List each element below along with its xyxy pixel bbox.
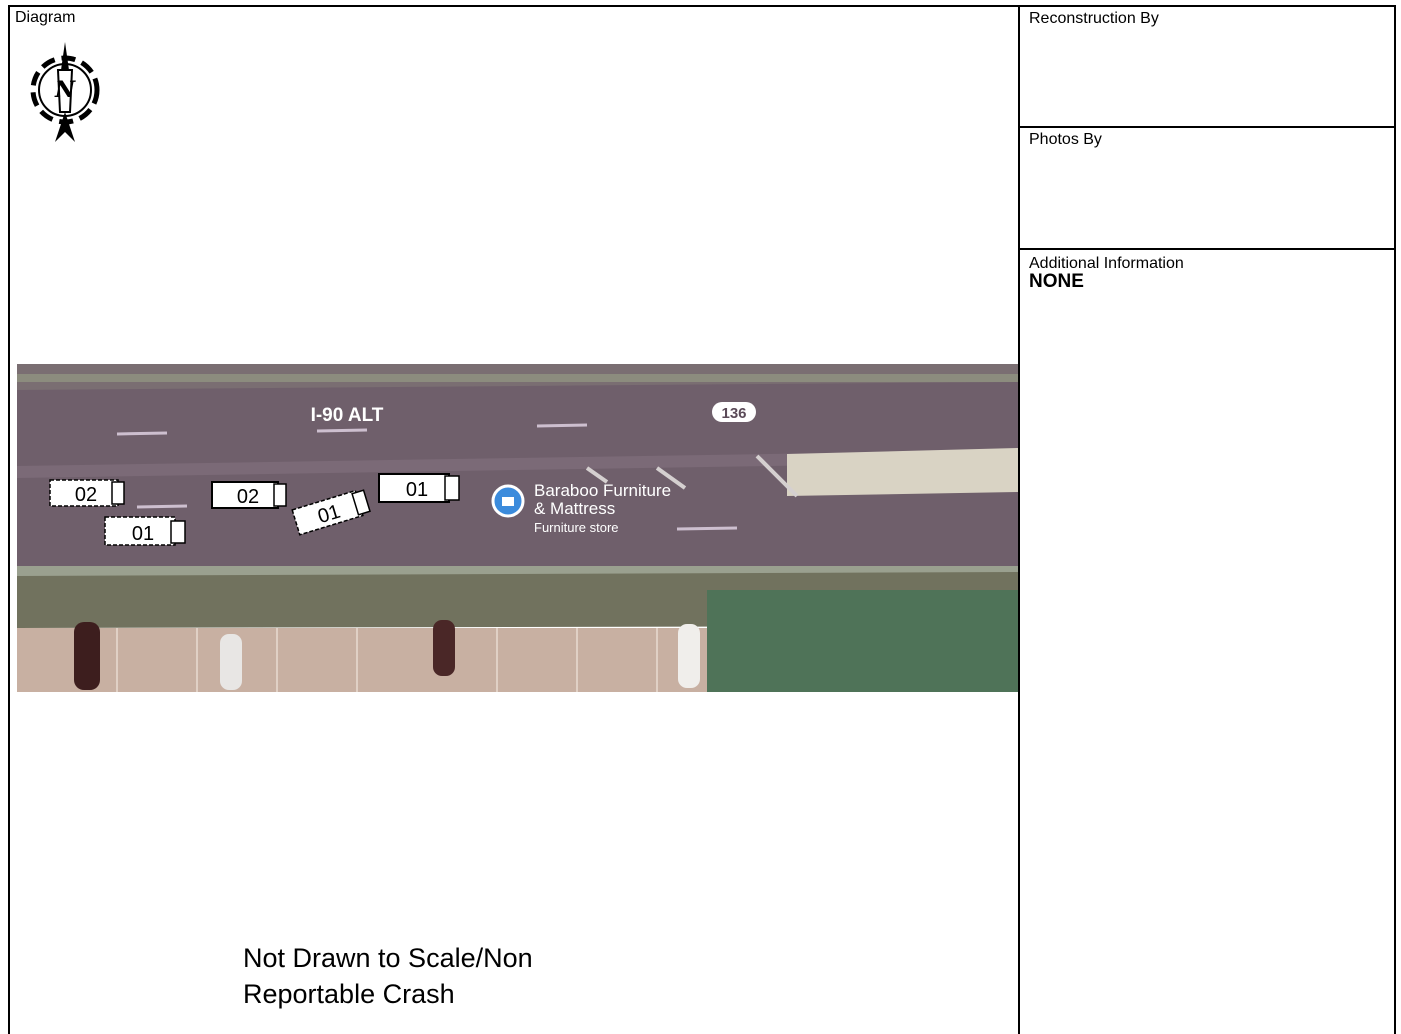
vehicle-02-icon: 02 [49,479,125,507]
vehicle-01-icon: 01 [378,473,460,503]
note-line-1: Not Drawn to Scale/Non [243,943,533,973]
vehicle-label: 02 [237,486,259,508]
poi-name-line2: & Mattress [534,499,615,518]
vehicle-01-icon: 01 [291,489,371,536]
column-divider [1018,5,1020,1034]
compass-letter: N [54,77,76,103]
route-shield-label: 136 [721,405,746,422]
note-line-2: Reportable Crash [243,979,455,1009]
vehicle-02-icon: 02 [211,481,287,509]
north-arrow-icon: N [30,42,100,142]
row-divider [1018,248,1396,250]
poi-name-line1: Baraboo Furniture [534,481,671,500]
reconstruction-by-label: Reconstruction By [1029,10,1159,27]
diagram-label: Diagram [15,9,76,26]
road-name-label: I-90 ALT [311,405,384,426]
vehicle-label: 02 [75,484,97,506]
vehicle-01-icon: 01 [104,516,186,546]
diagram-note: Not Drawn to Scale/Non Reportable Crash [243,940,533,1012]
vehicle-label: 01 [406,479,428,501]
poi-category: Furniture store [534,520,619,535]
row-divider [1018,126,1396,128]
photos-by-label: Photos By [1029,131,1102,148]
vehicle-label: 01 [132,523,154,545]
additional-information-value: NONE [1029,271,1084,292]
